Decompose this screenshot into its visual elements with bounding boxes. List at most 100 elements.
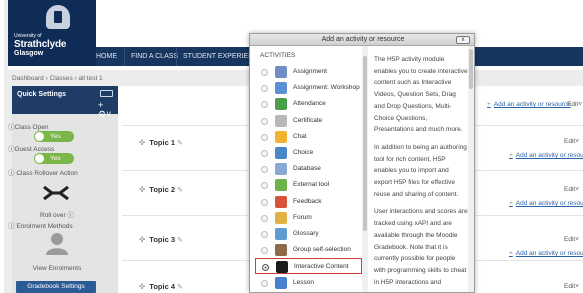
edit-menu[interactable]: Edit˅ bbox=[567, 101, 582, 108]
enrolment-users-icon[interactable] bbox=[45, 231, 69, 255]
feedback-icon bbox=[275, 195, 287, 208]
guest-access-label: ⓘGuest Access bbox=[8, 146, 55, 153]
edit-menu[interactable]: Edit˅ bbox=[564, 138, 579, 145]
pencil-icon: ✎ bbox=[177, 237, 183, 244]
activity-radio[interactable] bbox=[261, 150, 268, 157]
breadcrumb[interactable]: Dashboard › Classes › all test 1 bbox=[12, 75, 103, 82]
topic-3-heading[interactable]: ✜ Topic 3 ✎ bbox=[139, 235, 183, 244]
activity-radio[interactable] bbox=[261, 198, 268, 206]
activity-option[interactable]: External tool bbox=[255, 177, 362, 193]
activity-option[interactable]: Attendance bbox=[255, 96, 362, 112]
add-activity-link[interactable]: +Add an activity or resource bbox=[509, 152, 583, 159]
activity-option[interactable]: Assignment bbox=[255, 64, 362, 80]
edit-menu[interactable]: Edit˅ bbox=[564, 283, 579, 290]
gradebook-settings-button[interactable]: Gradebook Settings bbox=[16, 281, 96, 293]
rollover-action-label: ⓘ Class Rollover Action bbox=[8, 170, 78, 177]
move-icon: ✜ bbox=[139, 138, 146, 147]
rollover-label: Roll over ⓘ bbox=[40, 212, 74, 219]
activity-description: The H5P activity module enables you to c… bbox=[374, 54, 468, 292]
activity-option[interactable]: Glossary bbox=[255, 226, 362, 242]
edit-menu[interactable]: Edit˅ bbox=[564, 186, 579, 193]
crest-icon bbox=[46, 5, 70, 29]
lesson-icon bbox=[275, 276, 287, 289]
activity-label: Assignment bbox=[293, 68, 327, 75]
activity-label: Certificate bbox=[293, 116, 323, 124]
activity-option[interactable]: Assignment: Workshop bbox=[255, 80, 362, 96]
activity-radio[interactable] bbox=[261, 69, 268, 76]
activity-list-scrollbar[interactable] bbox=[362, 46, 368, 292]
add-activity-link[interactable]: +Add an activity or resource bbox=[509, 200, 583, 207]
nav-student-experience[interactable]: STUDENT EXPERIEN bbox=[176, 48, 256, 66]
activity-radio[interactable] bbox=[261, 133, 268, 141]
activity-option[interactable]: Feedback bbox=[255, 194, 362, 210]
activity-radio[interactable] bbox=[261, 101, 268, 109]
rollover-arrows-icon[interactable] bbox=[42, 185, 70, 201]
scrollbar-thumb[interactable] bbox=[469, 49, 473, 89]
activity-radio[interactable] bbox=[261, 279, 268, 287]
quick-settings-title: Quick Settings bbox=[17, 91, 67, 98]
quick-settings-header: Quick Settings + ⚙˅ bbox=[12, 86, 118, 119]
activity-option[interactable]: Chat bbox=[255, 129, 362, 145]
guest-access-toggle[interactable]: Yes bbox=[34, 153, 74, 164]
attendance-icon bbox=[275, 98, 287, 111]
move-icon: ✜ bbox=[139, 282, 146, 291]
dock-icon[interactable] bbox=[100, 90, 113, 97]
close-button[interactable]: x bbox=[456, 36, 470, 44]
chat-icon bbox=[275, 130, 287, 143]
workshop-icon bbox=[275, 82, 287, 95]
activity-label: Chat bbox=[293, 132, 307, 140]
certificate-icon bbox=[275, 114, 287, 127]
topic-4-heading[interactable]: ✜ Topic 4 ✎ bbox=[139, 282, 183, 291]
description-paragraph: In addition to being an authoring tool f… bbox=[374, 143, 467, 198]
activity-radio[interactable] bbox=[261, 85, 268, 93]
database-icon bbox=[275, 163, 287, 176]
choice-icon bbox=[275, 147, 287, 159]
class-open-toggle[interactable]: Yes bbox=[34, 131, 74, 142]
activity-label: Database bbox=[293, 165, 321, 173]
activity-radio[interactable] bbox=[261, 166, 268, 174]
nav-home[interactable]: HOME bbox=[90, 48, 123, 66]
dialog-title: Add an activity or resource bbox=[321, 36, 405, 43]
pencil-icon: ✎ bbox=[177, 284, 183, 291]
block-actions-icon[interactable]: + ⚙˅ bbox=[98, 101, 118, 119]
enrolment-methods-label: ⓘ Enrolment Methods bbox=[8, 223, 73, 230]
activity-label: Choice bbox=[293, 149, 314, 156]
activity-option[interactable]: Lesson bbox=[255, 275, 362, 291]
edit-menu[interactable]: Edit˅ bbox=[564, 236, 579, 243]
scrollbar-thumb[interactable] bbox=[363, 56, 367, 231]
forum-icon bbox=[275, 211, 287, 224]
activity-option[interactable]: Choice bbox=[255, 145, 362, 161]
activity-option[interactable]: Certificate bbox=[255, 113, 362, 129]
university-logo[interactable]: University of Strathclyde Glasgow bbox=[8, 0, 96, 66]
plus-icon: + bbox=[509, 152, 513, 159]
topic-1-heading[interactable]: ✜ Topic 1 ✎ bbox=[139, 138, 183, 147]
plus-icon: + bbox=[509, 200, 513, 207]
activity-option[interactable]: Database bbox=[255, 161, 362, 177]
dialog-title-bar: Add an activity or resource x bbox=[250, 34, 474, 46]
activity-radio[interactable] bbox=[262, 264, 269, 272]
add-activity-link[interactable]: +Add an activity or resource bbox=[509, 250, 583, 257]
move-icon: ✜ bbox=[139, 185, 146, 194]
pencil-icon: ✎ bbox=[177, 140, 183, 147]
view-enrolments-link[interactable]: View Enrolments bbox=[4, 265, 110, 272]
activity-label: Assignment: Workshop bbox=[293, 84, 360, 92]
activity-label: External tool bbox=[293, 181, 330, 189]
activity-radio[interactable] bbox=[261, 231, 268, 238]
activity-radio[interactable] bbox=[261, 247, 268, 255]
activity-label: Feedback bbox=[293, 197, 322, 205]
activity-radio[interactable] bbox=[261, 182, 268, 190]
puzzle-icon bbox=[275, 179, 287, 192]
activity-radio[interactable] bbox=[261, 117, 268, 125]
description-scrollbar[interactable] bbox=[468, 46, 474, 292]
activity-radio[interactable] bbox=[261, 214, 268, 222]
add-activity-dialog: Add an activity or resource x ACTIVITIES… bbox=[249, 33, 475, 293]
activity-option[interactable]: Group self-selection bbox=[255, 242, 362, 258]
topic-2-heading[interactable]: ✜ Topic 2 ✎ bbox=[139, 185, 183, 194]
activity-option[interactable]: Forum bbox=[255, 210, 362, 226]
activity-label: Group self-selection bbox=[293, 246, 351, 254]
activity-label: Glossary bbox=[293, 230, 319, 237]
logo-line-2: Strathclyde bbox=[14, 39, 67, 50]
activity-option[interactable]: Interactive Content bbox=[255, 258, 362, 275]
h5p-icon bbox=[276, 261, 288, 274]
add-activity-link[interactable]: +Add an activity or resource bbox=[487, 101, 571, 108]
